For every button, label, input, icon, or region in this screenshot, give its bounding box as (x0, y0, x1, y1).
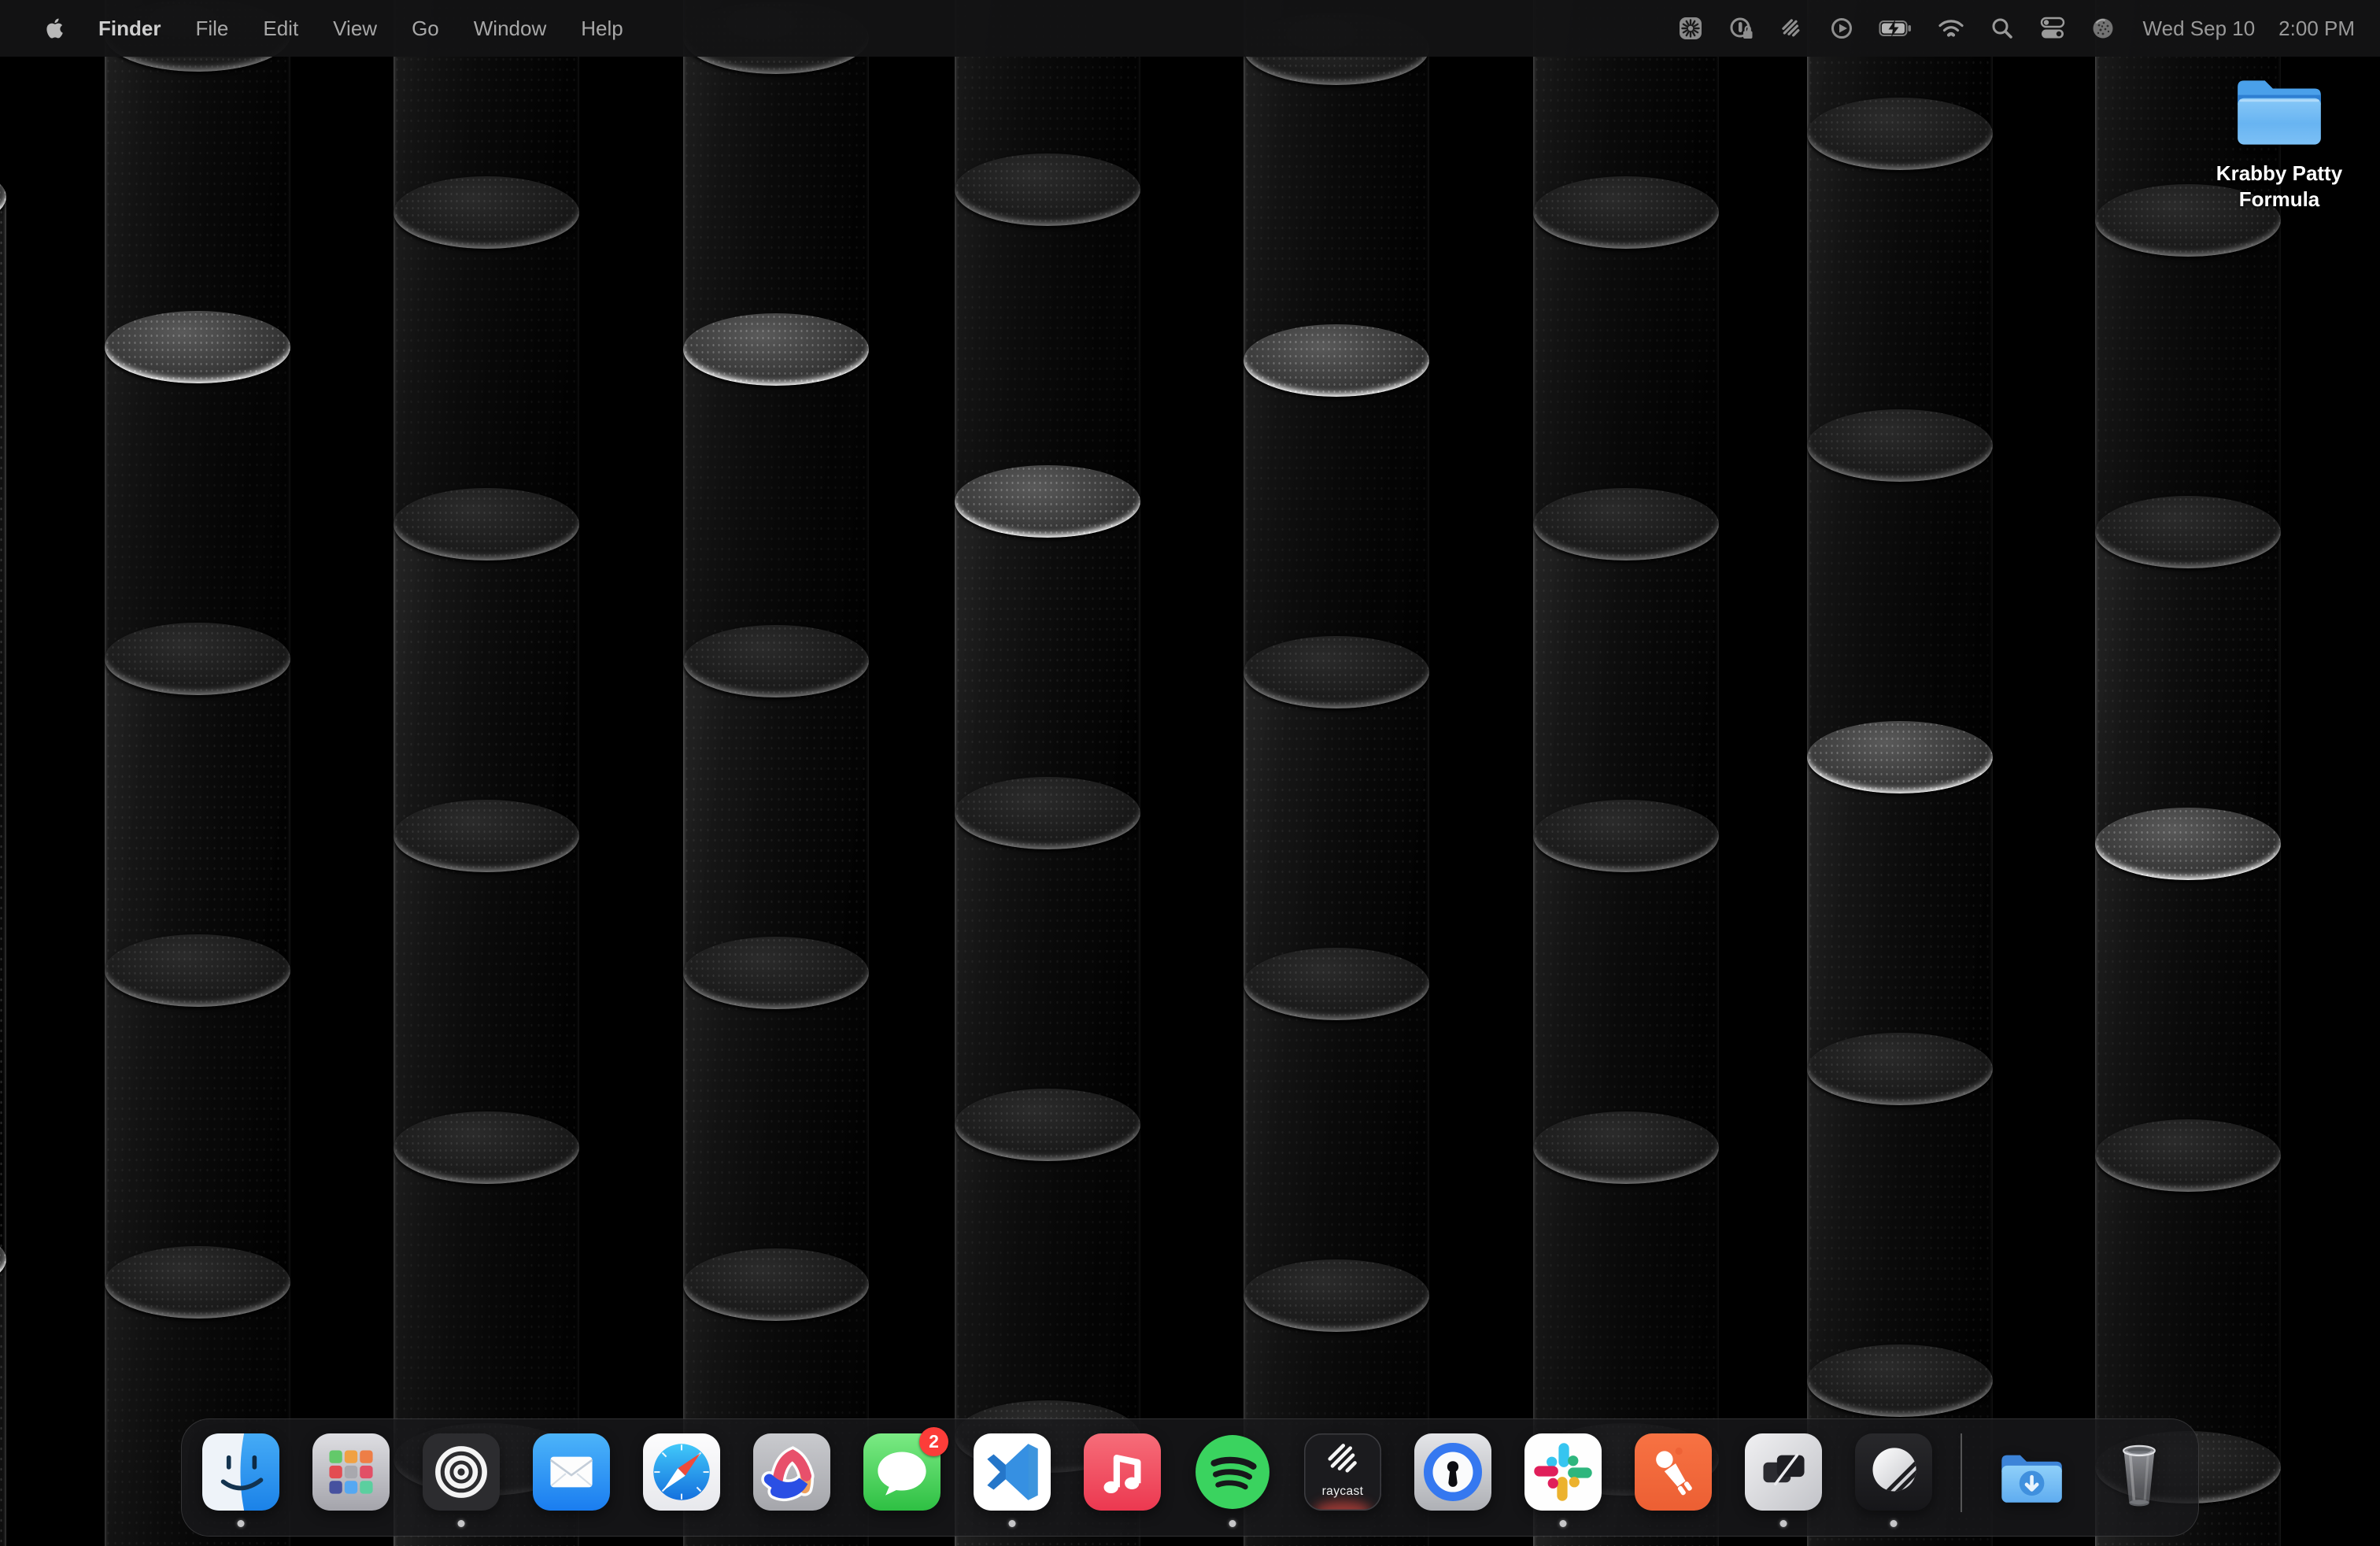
menu-item-finder[interactable]: Finder (81, 17, 178, 41)
dock: 2 (181, 1418, 2199, 1537)
cylinder-column (1244, 0, 1429, 1546)
menu-bar-time[interactable]: 2:00 PM (2278, 17, 2355, 41)
dock-arc-browser-icon[interactable] (753, 1433, 830, 1511)
spotlight-search-icon[interactable] (1989, 15, 2016, 42)
running-indicator (458, 1520, 465, 1527)
dock-trash-icon[interactable] (2101, 1433, 2178, 1511)
dock-launchpad-icon[interactable] (312, 1433, 390, 1511)
dock-music-icon[interactable] (1084, 1433, 1161, 1511)
desktop-folder-krabby-patty-formula[interactable]: Krabby Patty Formula (2185, 72, 2374, 213)
menu-bar-status: Wed Sep 10 2:00 PM (1677, 14, 2380, 43)
dock-slack-icon[interactable] (1524, 1433, 1602, 1511)
menu-item-view[interactable]: View (316, 17, 394, 41)
cylinder-column (394, 0, 579, 1546)
menu-item-edit[interactable]: Edit (246, 17, 316, 41)
running-indicator (1890, 1520, 1898, 1527)
menu-item-file[interactable]: File (178, 17, 246, 41)
dock-1password-icon[interactable] (1414, 1433, 1491, 1511)
now-playing-icon[interactable] (1828, 15, 1855, 42)
dock-concentric-circles-app-icon[interactable] (423, 1433, 500, 1511)
wifi-icon[interactable] (1937, 15, 1965, 42)
cylinder-column (2095, 0, 2281, 1546)
dock-divider (1961, 1433, 1962, 1512)
folder-icon (2231, 72, 2327, 153)
screen-lock-menu-extra-icon[interactable] (1728, 15, 1754, 42)
folder-label: Krabby Patty Formula (2185, 161, 2374, 213)
running-indicator (1780, 1520, 1787, 1527)
dock-mail-icon[interactable] (533, 1433, 610, 1511)
dock-safari-icon[interactable] (643, 1433, 720, 1511)
raycast-stripes-menu-extra-icon[interactable] (1778, 15, 1805, 42)
dock-raycast-icon[interactable]: raycast (1304, 1433, 1381, 1511)
cylinder-column (683, 0, 869, 1546)
battery-charging-icon[interactable] (1879, 15, 1913, 42)
dock-finder-icon[interactable] (202, 1433, 279, 1511)
control-center-icon[interactable] (2039, 14, 2066, 43)
dock-messages-icon[interactable]: 2 (863, 1433, 941, 1511)
cylinder-column (955, 0, 1140, 1546)
dock-vscode-icon[interactable] (974, 1433, 1051, 1511)
menu-item-go[interactable]: Go (394, 17, 456, 41)
notification-badge: 2 (919, 1427, 948, 1456)
menu-bar-left: Finder File Edit View Go Window Help (0, 17, 641, 41)
apple-menu-icon[interactable] (27, 17, 81, 40)
menu-bar-date[interactable]: Wed Sep 10 (2143, 17, 2256, 41)
menu-item-help[interactable]: Help (564, 17, 640, 41)
running-indicator (238, 1520, 245, 1527)
cylinder-column (0, 0, 6, 1546)
dock-downloads-folder-icon[interactable] (1990, 1433, 2068, 1511)
running-indicator (1560, 1520, 1567, 1527)
running-indicator (1229, 1520, 1236, 1527)
siri-orb-icon[interactable] (2090, 15, 2116, 42)
cylinder-column (1533, 0, 1719, 1546)
dock-spotify-icon[interactable] (1194, 1433, 1271, 1511)
raycast-label: raycast (1304, 1485, 1381, 1499)
dock-zed-icon[interactable] (1745, 1433, 1822, 1511)
desktop-wallpaper (0, 0, 2380, 1546)
running-indicator (1009, 1520, 1016, 1527)
menu-item-window[interactable]: Window (456, 17, 564, 41)
cylinder-column (105, 0, 290, 1546)
menu-bar: Finder File Edit View Go Window Help (0, 0, 2380, 57)
macos-desktop: { "menu_bar": { "active_app": "Finder", … (0, 0, 2380, 1546)
cylinder-column (1807, 0, 1993, 1546)
dock-linear-icon[interactable] (1855, 1433, 1932, 1511)
dock-postman-icon[interactable] (1635, 1433, 1712, 1511)
starburst-menu-extra-icon[interactable] (1677, 15, 1704, 42)
